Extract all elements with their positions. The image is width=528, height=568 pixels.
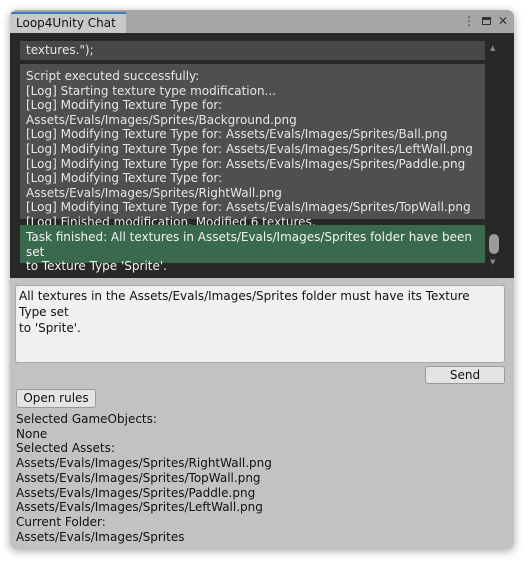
selected-asset-item: Assets/Evals/Images/Sprites/LeftWall.png: [16, 500, 263, 515]
selected-asset-item: Assets/Evals/Images/Sprites/Paddle.png: [16, 485, 256, 500]
log-line: [Log] Modifying Texture Type for: Assets…: [26, 156, 466, 171]
prompt-input[interactable]: All textures in the Assets/Evals/Images/…: [15, 285, 505, 363]
selection-info: Selected GameObjects: None Selected Asse…: [16, 412, 506, 544]
prompt-line: to 'Sprite'.: [19, 321, 81, 335]
maximize-icon[interactable]: [481, 17, 491, 25]
scroll-up-icon[interactable]: ▲: [490, 44, 495, 52]
send-button[interactable]: Send: [425, 366, 505, 384]
chat-message-partial: textures.");: [20, 41, 485, 60]
selected-assets-label: Selected Assets:: [16, 441, 115, 456]
chat-message-script-output: Script executed successfully: [Log] Star…: [20, 64, 485, 229]
selected-asset-item: Assets/Evals/Images/Sprites/RightWall.pn…: [16, 456, 272, 471]
log-line: [Log] Modifying Texture Type for: Assets…: [26, 127, 448, 142]
scroll-down-icon[interactable]: ▼: [490, 258, 495, 266]
selected-asset-item: Assets/Evals/Images/Sprites/TopWall.png: [16, 470, 261, 485]
open-rules-button[interactable]: Open rules: [16, 389, 96, 408]
window-controls: ⋮ ✕: [463, 13, 508, 29]
log-line: [Log] Starting texture type modification…: [26, 83, 276, 98]
log-line: [Log] Modifying Texture Type for: Assets…: [26, 141, 473, 156]
message-line: textures.");: [26, 43, 94, 57]
chat-scrollbar[interactable]: ▲ ▼: [488, 41, 500, 266]
message-line: to Texture Type 'Sprite'.: [26, 259, 167, 274]
chat-message-task-finished: Task finished: All textures in Assets/Ev…: [20, 225, 485, 273]
chat-log[interactable]: textures."); Script executed successfull…: [10, 33, 514, 278]
title-bar: Loop4Unity Chat ⋮ ✕: [10, 10, 514, 33]
chat-window: Loop4Unity Chat ⋮ ✕ textures."); Script …: [10, 10, 514, 549]
selected-gameobjects-value: None: [16, 426, 48, 441]
prompt-line: All textures in the Assets/Evals/Images/…: [19, 289, 470, 319]
close-icon[interactable]: ✕: [498, 13, 508, 29]
selected-gameobjects-label: Selected GameObjects:: [16, 412, 157, 426]
log-line: [Log] Modifying Texture Type for: Assets…: [26, 171, 282, 200]
tab-loop4unity-chat[interactable]: Loop4Unity Chat: [10, 12, 126, 33]
scrollbar-thumb[interactable]: [489, 234, 499, 254]
message-line: Task finished: All textures in Assets/Ev…: [26, 230, 472, 259]
log-line: Assets/Evals/Images/Sprites/Background.p…: [26, 112, 297, 127]
kebab-menu-icon[interactable]: ⋮: [463, 13, 475, 29]
current-folder-value: Assets/Evals/Images/Sprites: [16, 529, 185, 544]
log-line: [Log] Modifying Texture Type for: Assets…: [26, 200, 471, 215]
log-line: [Log] Modifying Texture Type for:: [26, 98, 223, 113]
log-line: Script executed successfully:: [26, 69, 200, 83]
current-folder-label: Current Folder:: [16, 514, 106, 529]
